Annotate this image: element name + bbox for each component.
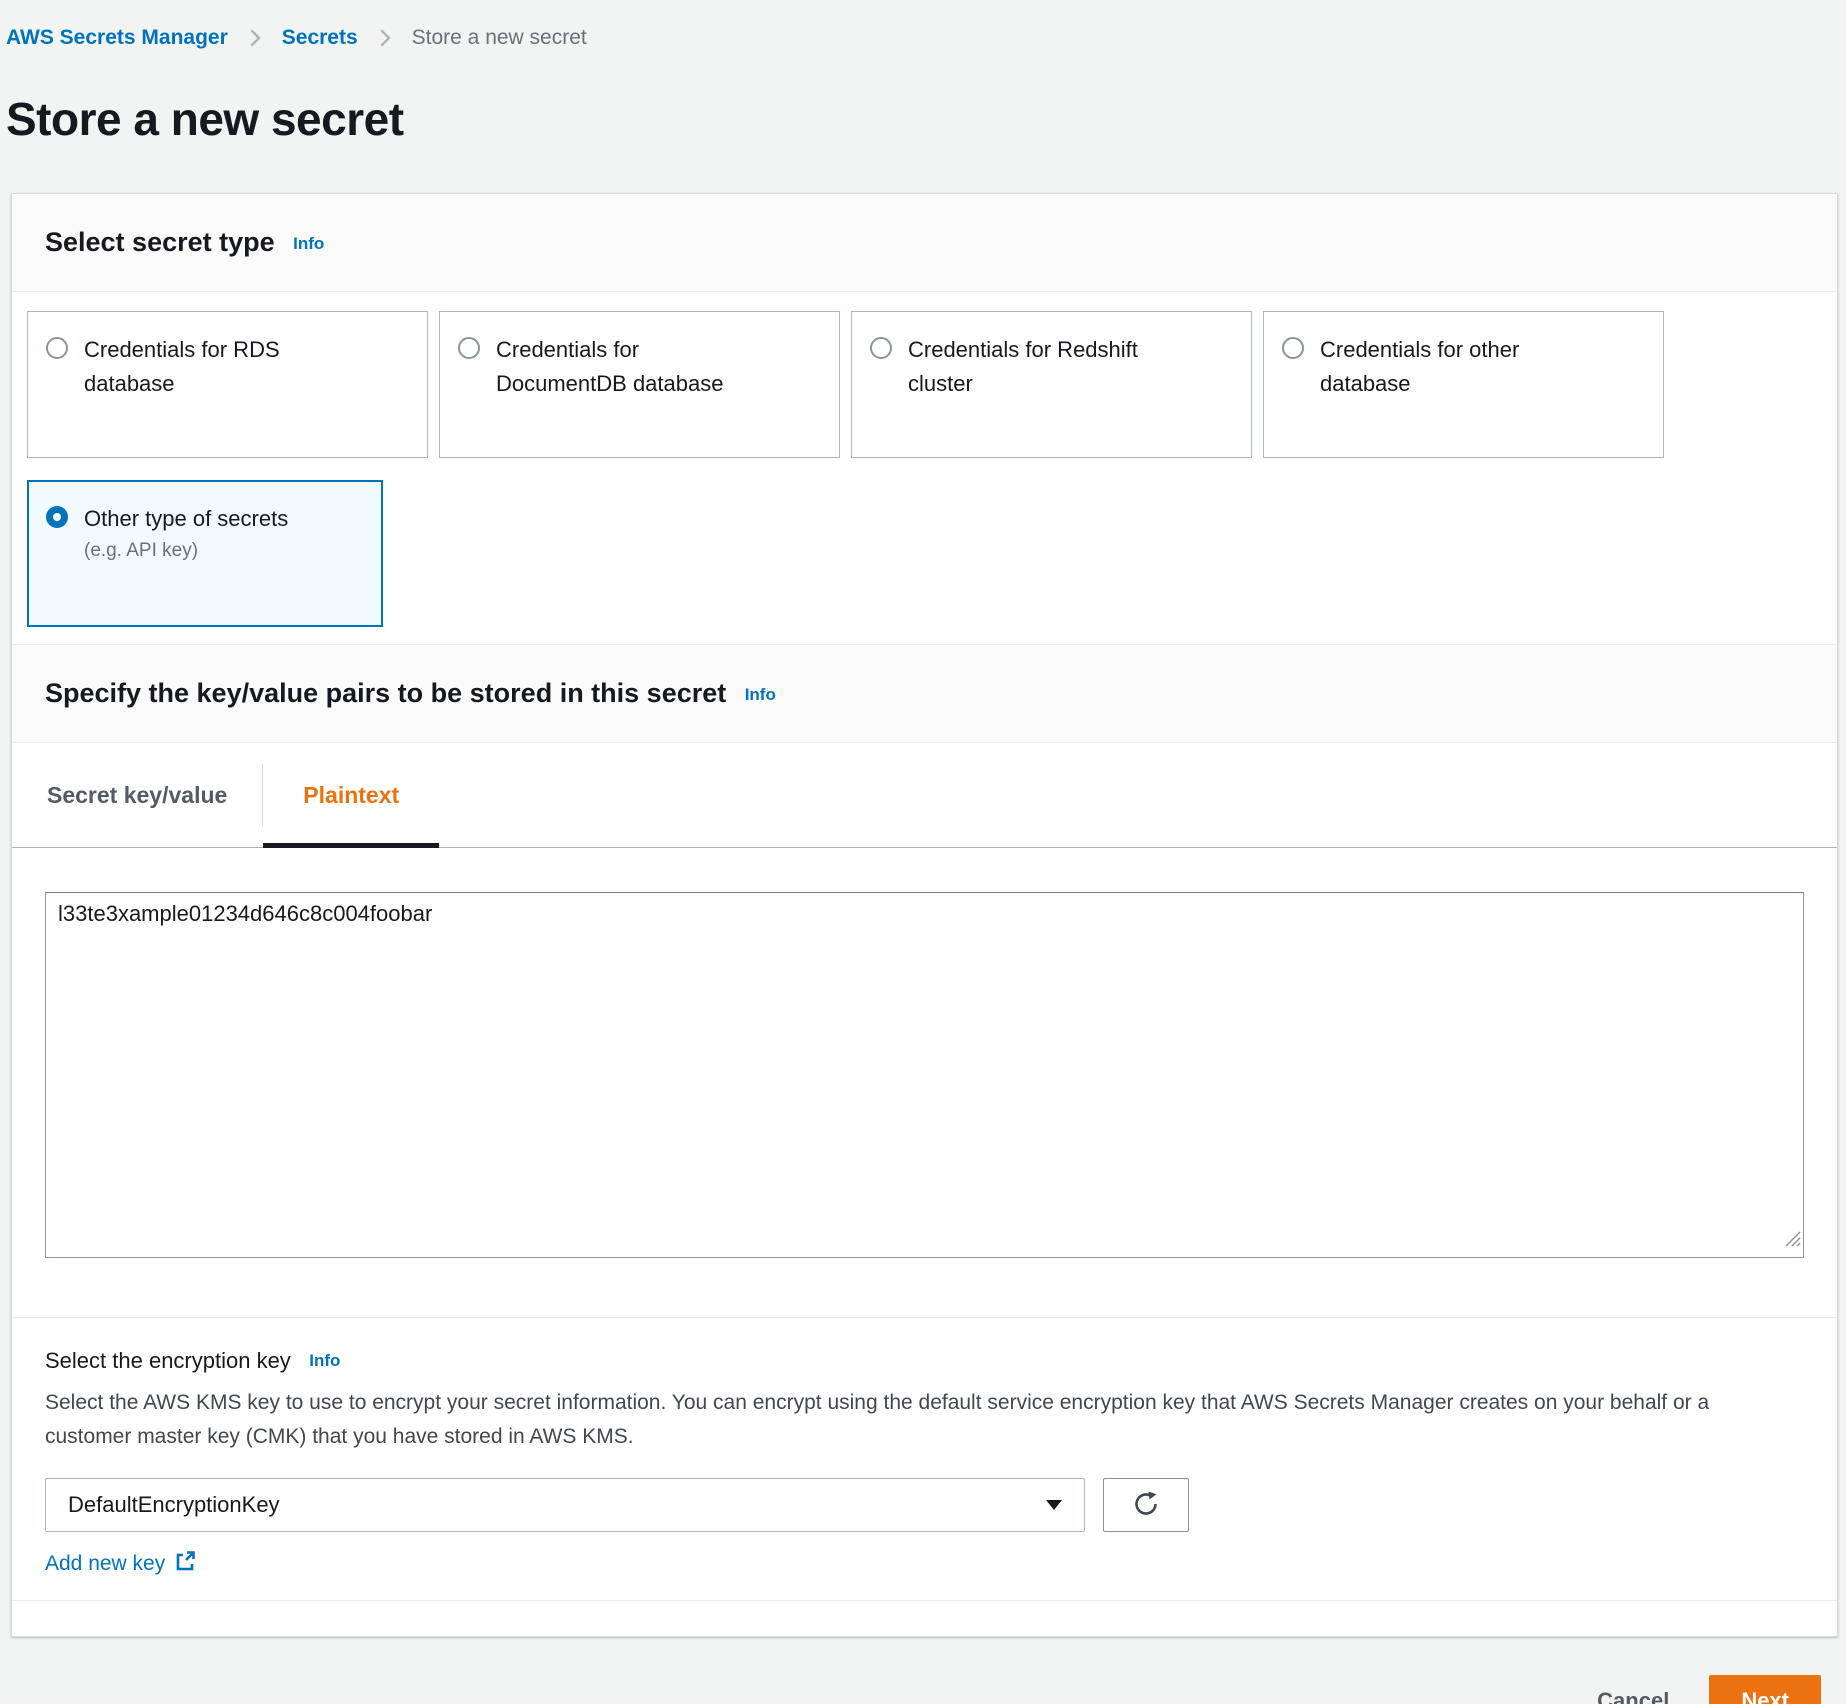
encryption-key-selected-value: DefaultEncryptionKey (68, 1492, 1046, 1518)
plaintext-panel: l33te3xample01234d646c8c004foobar (12, 848, 1837, 1317)
encryption-key-info-link[interactable]: Info (309, 1351, 340, 1370)
radio-tile-sublabel: (e.g. API key) (84, 536, 288, 566)
key-value-section-title: Specify the key/value pairs to be stored… (45, 678, 726, 708)
select-secret-type-info-link[interactable]: Info (293, 234, 324, 253)
next-button[interactable]: Next (1709, 1675, 1821, 1704)
radio-tile-label: Other type of secrets (84, 506, 288, 531)
radio-tile-documentdb[interactable]: Credentials for DocumentDB database (439, 311, 840, 458)
radio-tile-redshift[interactable]: Credentials for Redshift cluster (851, 311, 1252, 458)
radio-tile-label: Credentials for RDS database (84, 333, 336, 436)
radio-unchecked-icon[interactable] (1282, 337, 1304, 359)
refresh-icon (1132, 1490, 1160, 1521)
external-link-icon (174, 1550, 196, 1578)
refresh-keys-button[interactable] (1103, 1478, 1189, 1532)
key-value-section-header: Specify the key/value pairs to be stored… (12, 644, 1837, 743)
breadcrumb: AWS Secrets Manager Secrets Store a new … (0, 0, 1846, 50)
radio-unchecked-icon[interactable] (458, 337, 480, 359)
page-title: Store a new secret (6, 92, 1846, 146)
wizard-card: Select secret type Info Credentials for … (11, 193, 1838, 1637)
secret-plaintext-input[interactable]: l33te3xample01234d646c8c004foobar (45, 892, 1804, 1258)
radio-unchecked-icon[interactable] (870, 337, 892, 359)
radio-tile-label: Credentials for other database (1320, 333, 1572, 436)
key-value-info-link[interactable]: Info (745, 685, 776, 704)
breadcrumb-aws-secrets-manager[interactable]: AWS Secrets Manager (6, 26, 228, 50)
resize-handle-icon[interactable] (1784, 1230, 1801, 1252)
add-new-key-link[interactable]: Add new key (45, 1550, 196, 1578)
select-secret-type-header: Select secret type Info (12, 194, 1837, 292)
breadcrumb-secrets[interactable]: Secrets (282, 26, 358, 50)
radio-tile-label: Credentials for DocumentDB database (496, 333, 748, 436)
encryption-key-label: Select the encryption key (45, 1348, 291, 1373)
chevron-right-icon (374, 27, 396, 49)
add-new-key-label: Add new key (45, 1552, 165, 1576)
caret-down-icon (1046, 1500, 1062, 1510)
radio-tile-label: Credentials for Redshift cluster (908, 333, 1160, 436)
radio-tile-other-database[interactable]: Credentials for other database (1263, 311, 1664, 458)
radio-checked-icon[interactable] (46, 506, 68, 528)
store-new-secret-page: AWS Secrets Manager Secrets Store a new … (0, 0, 1846, 1704)
tab-plaintext[interactable]: Plaintext (263, 743, 439, 847)
encryption-key-section: Select the encryption key Info Select th… (12, 1317, 1837, 1600)
wizard-footer-actions: Cancel Next (0, 1675, 1821, 1704)
breadcrumb-current: Store a new secret (412, 26, 587, 50)
tab-secret-key-value[interactable]: Secret key/value (12, 743, 262, 847)
select-secret-type-title: Select secret type (45, 227, 275, 257)
chevron-right-icon (244, 27, 266, 49)
radio-unchecked-icon[interactable] (46, 337, 68, 359)
key-value-tabs: Secret key/value Plaintext (12, 743, 1837, 848)
cancel-button[interactable]: Cancel (1597, 1688, 1669, 1704)
radio-tile-other-secrets[interactable]: Other type of secrets (e.g. API key) (27, 480, 383, 627)
encryption-key-description: Select the AWS KMS key to use to encrypt… (45, 1386, 1785, 1454)
radio-tile-rds[interactable]: Credentials for RDS database (27, 311, 428, 458)
encryption-key-select[interactable]: DefaultEncryptionKey (45, 1478, 1085, 1532)
card-footer-strip (12, 1600, 1837, 1636)
secret-type-options: Credentials for RDS database Credentials… (12, 292, 1837, 644)
